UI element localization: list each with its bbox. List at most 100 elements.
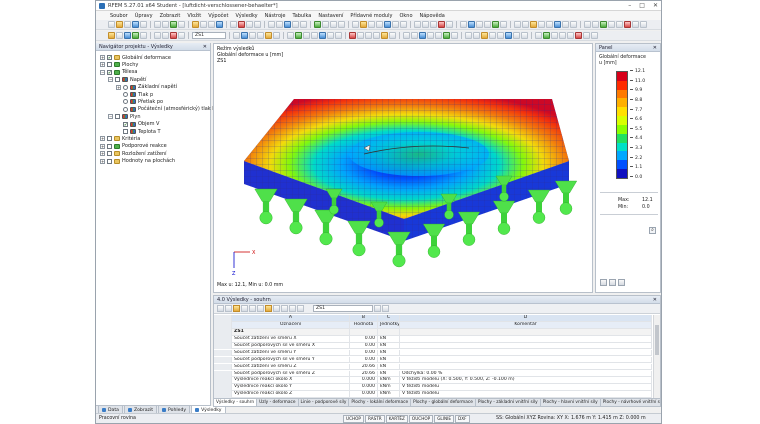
toolbar-button[interactable] [476,21,483,28]
toolbar-button[interactable] [460,21,467,28]
results-toolbar-button[interactable] [217,305,224,312]
expand-toggle-icon[interactable]: + [100,136,105,142]
checkbox[interactable] [107,62,112,68]
toolbar-button[interactable] [373,32,380,39]
toolbar-button[interactable] [381,32,388,39]
scrollbar-thumb[interactable] [655,325,659,355]
toolbar-button[interactable] [514,21,521,28]
toolbar-button[interactable] [384,21,391,28]
tree-item[interactable]: + Kritéria [100,135,140,142]
radio-button[interactable] [123,92,128,97]
toolbar-button[interactable] [132,32,139,39]
toolbar-button[interactable] [513,32,520,39]
status-toggle-button[interactable]: UCHOP [343,415,364,423]
radio-button[interactable] [123,106,128,112]
checkbox[interactable] [107,143,112,149]
tree-item[interactable]: + Podporové reakce [100,143,167,150]
menu-item[interactable]: Tabulka [292,13,311,19]
toolbar-button[interactable] [303,32,310,39]
toolbar-button[interactable] [559,32,566,39]
minimize-button[interactable]: – [628,2,631,9]
menu-item[interactable]: Nástroje [265,13,286,19]
toolbar-button[interactable] [567,32,574,39]
results-toolbar-button[interactable] [289,305,296,312]
toolbar-button[interactable] [422,21,429,28]
toolbar-button[interactable] [451,32,458,39]
checkbox[interactable] [115,114,120,120]
checkbox[interactable] [107,136,112,142]
toolbar-button[interactable] [600,21,607,28]
toolbar-button[interactable] [292,21,299,28]
status-toggle-button[interactable]: DXF [455,415,470,423]
toolbar-button[interactable] [365,32,372,39]
toolbar-button[interactable] [468,21,475,28]
toolbar-button[interactable] [238,21,245,28]
toolbar-button[interactable] [414,21,421,28]
toolbar-button[interactable] [505,32,512,39]
toolbar-button[interactable] [322,21,329,28]
toolbar-button[interactable] [230,21,237,28]
toolbar-button[interactable] [535,32,542,39]
results-toolbar-button[interactable] [241,305,248,312]
toolbar-button[interactable] [411,32,418,39]
toolbar-button[interactable] [591,32,598,39]
toolbar-button[interactable] [521,32,528,39]
toolbar-button[interactable] [254,21,261,28]
toolbar-button[interactable] [257,32,264,39]
expand-toggle-icon[interactable]: − [108,114,113,120]
toolbar-button[interactable] [124,32,131,39]
tree-item[interactable]: Přetlak po [116,98,163,105]
tree-item[interactable]: + Hodnoty na plochách [100,158,175,165]
menu-item[interactable]: Úpravy [135,13,153,19]
toolbar-button[interactable] [349,32,356,39]
checkbox[interactable] [107,158,112,164]
toolbar-button[interactable] [389,32,396,39]
toolbar-button[interactable] [116,32,123,39]
results-tab[interactable]: Uzly - deformace [257,399,299,406]
maximize-button[interactable]: □ [639,2,645,9]
toolbar-button[interactable] [430,21,437,28]
toolbar-button[interactable] [249,32,256,39]
toolbar-button[interactable] [327,32,334,39]
expand-toggle-icon[interactable]: − [108,77,113,83]
toolbar-button[interactable] [554,21,561,28]
toolbar-button[interactable] [335,32,342,39]
toolbar-button[interactable] [300,21,307,28]
toolbar-button[interactable] [357,32,364,39]
menu-item[interactable]: Přídavné moduly [350,13,392,19]
results-tab[interactable]: Plochy - návrhové vnitřní síly [600,399,660,406]
results-tab[interactable]: Plochy - základní vnitřní síly [475,399,541,406]
toolbar-button[interactable] [170,21,177,28]
results-toolbar-button[interactable] [249,305,256,312]
menu-item[interactable]: Nastavení [318,13,343,19]
toolbar-button[interactable] [200,21,207,28]
toolbar-button[interactable] [522,21,529,28]
toolbar-button[interactable] [352,21,359,28]
close-button[interactable]: ✕ [653,2,658,9]
results-toolbar-button[interactable] [233,305,240,312]
status-toggle-button[interactable]: RASTR [364,415,385,423]
toolbar-button[interactable] [392,21,399,28]
toolbar-button[interactable] [287,32,294,39]
toolbar-button[interactable] [108,32,115,39]
toolbar-button[interactable] [368,21,375,28]
toolbar-button[interactable] [319,32,326,39]
toolbar-button[interactable] [108,21,115,28]
checkbox[interactable] [123,129,128,134]
toolbar-button[interactable] [116,21,123,28]
results-toolbar-button[interactable] [257,305,264,312]
toolbar-button[interactable] [530,21,537,28]
toolbar-button[interactable] [314,21,321,28]
toolbar-button[interactable] [592,21,599,28]
toolbar-button[interactable] [140,21,147,28]
results-loadcase-select[interactable]: ZS1 [313,305,373,312]
expand-toggle-icon[interactable]: + [100,55,105,60]
toolbar-button[interactable] [438,21,445,28]
toolbar-button[interactable] [584,21,591,28]
tree-item[interactable]: Tlak p [116,91,153,98]
results-tab[interactable]: Linie - podporové síly [298,399,350,406]
status-toggle-button[interactable]: OUCHOP [408,415,434,423]
toolbar-button[interactable] [284,21,291,28]
toolbar-button[interactable] [140,32,147,39]
toolbar-button[interactable] [178,32,185,39]
